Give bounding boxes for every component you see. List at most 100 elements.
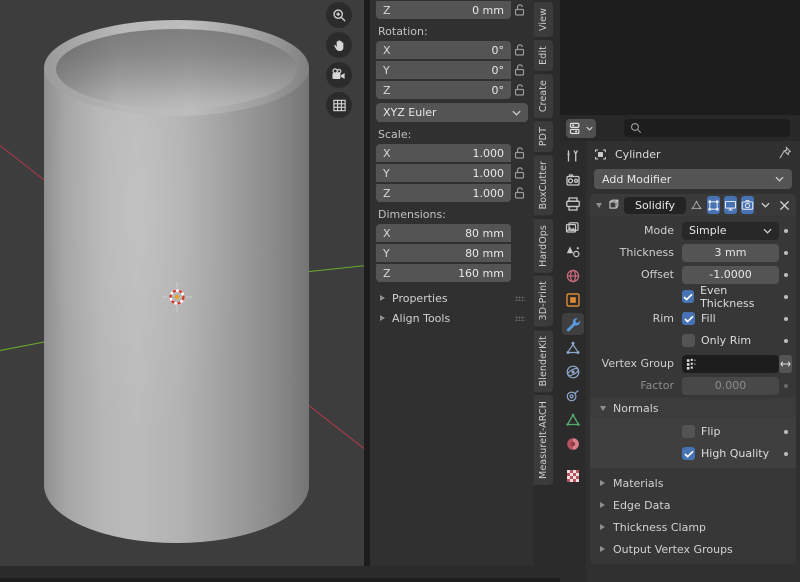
- modifier-name-field[interactable]: Solidify: [624, 197, 686, 214]
- section-thickness-clamp[interactable]: Thickness Clamp: [590, 516, 796, 538]
- pan-gizmo[interactable]: [326, 32, 352, 58]
- grid-gizmo[interactable]: [326, 92, 352, 118]
- rotation-z-row[interactable]: Z 0°: [376, 81, 528, 99]
- animate-decorator[interactable]: [779, 295, 792, 299]
- rotation-y-row[interactable]: Y 0°: [376, 61, 528, 79]
- sidebar-tab-view[interactable]: View: [534, 2, 553, 37]
- animate-decorator[interactable]: [779, 229, 792, 233]
- lock-location-z-icon[interactable]: [511, 4, 528, 16]
- npanel-panel-align-tools[interactable]: Align Tools: [376, 308, 528, 328]
- scale-z-row[interactable]: Z 1.000: [376, 184, 528, 202]
- modifier-field-thickness[interactable]: Thickness 3 mm: [590, 243, 796, 262]
- rotation-z-field[interactable]: Z 0°: [376, 81, 511, 99]
- flip-checkbox[interactable]: [682, 425, 695, 438]
- dimensions-x-row[interactable]: X 80 mm: [376, 224, 528, 242]
- sidebar-tab-pdt[interactable]: PDT: [534, 121, 553, 152]
- scale-x-row[interactable]: X 1.000: [376, 144, 528, 162]
- dimensions-x-field[interactable]: X 80 mm: [376, 224, 511, 242]
- lock-rotation-z-icon[interactable]: [511, 84, 528, 96]
- pin-icon[interactable]: [778, 146, 792, 163]
- editor-type-selector[interactable]: [566, 119, 596, 138]
- lock-rotation-y-icon[interactable]: [511, 64, 528, 76]
- properties-tab-tool[interactable]: [562, 145, 584, 167]
- properties-tab-modifiers[interactable]: [562, 313, 584, 335]
- sidebar-tab-hardops[interactable]: HardOps: [534, 219, 553, 273]
- properties-tab-world[interactable]: [562, 265, 584, 287]
- dimensions-z-field[interactable]: Z 160 mm: [376, 264, 511, 282]
- properties-tab-output[interactable]: [562, 193, 584, 215]
- modifier-header[interactable]: Solidify: [590, 194, 796, 216]
- animate-decorator[interactable]: [779, 317, 792, 321]
- properties-tab-view-layer[interactable]: [562, 217, 584, 239]
- properties-editor[interactable]: Cylinder Add Modifier: [560, 115, 800, 582]
- animate-decorator[interactable]: [779, 430, 792, 434]
- sidebar-tab-blenderkit[interactable]: BlenderKit: [534, 330, 553, 392]
- toggle-display-in-viewport[interactable]: [724, 196, 737, 214]
- modifier-field-mode[interactable]: Mode Simple: [590, 221, 796, 240]
- modifier-field-vertex-group[interactable]: Vertex Group: [590, 354, 796, 373]
- breadcrumb[interactable]: Cylinder: [586, 141, 800, 167]
- properties-tab-texture[interactable]: [562, 465, 584, 487]
- section-output-vertex-groups[interactable]: Output Vertex Groups: [590, 538, 796, 560]
- chevron-down-icon[interactable]: [596, 203, 602, 208]
- toggle-display-in-render[interactable]: [741, 196, 754, 214]
- thickness-value-field[interactable]: 3 mm: [682, 244, 779, 262]
- scale-y-row[interactable]: Y 1.000: [376, 164, 528, 182]
- location-z-row[interactable]: Z 0 mm: [376, 1, 528, 19]
- mode-dropdown[interactable]: Simple: [682, 222, 779, 240]
- modifier-field-rim-fill[interactable]: Rim Fill: [590, 309, 796, 328]
- properties-tab-object[interactable]: [562, 289, 584, 311]
- invert-vertex-group-button[interactable]: [779, 355, 792, 373]
- animate-decorator[interactable]: [779, 452, 792, 456]
- section-normals-header[interactable]: Normals: [590, 398, 796, 418]
- even-thickness-checkbox[interactable]: [682, 290, 694, 303]
- sidebar-tab-3d-print[interactable]: 3D-Print: [534, 275, 553, 326]
- rotation-y-field[interactable]: Y 0°: [376, 61, 511, 79]
- properties-tab-particles[interactable]: [562, 337, 584, 359]
- location-z-field[interactable]: Z 0 mm: [376, 1, 511, 19]
- toggle-show-on-cage[interactable]: [690, 196, 703, 214]
- section-materials[interactable]: Materials: [590, 472, 796, 494]
- sidebar-tab-edit[interactable]: Edit: [534, 40, 553, 71]
- add-modifier-button[interactable]: Add Modifier: [594, 169, 792, 189]
- properties-tab-scene[interactable]: [562, 241, 584, 263]
- high-quality-checkbox[interactable]: [682, 447, 695, 460]
- lock-scale-x-icon[interactable]: [511, 147, 528, 159]
- viewport-gizmo-bar[interactable]: [326, 2, 356, 122]
- normals-high-quality-row[interactable]: High Quality: [590, 444, 796, 463]
- properties-tab-constraints[interactable]: [562, 385, 584, 407]
- animate-decorator[interactable]: [779, 339, 792, 343]
- offset-value-field[interactable]: -1.0000: [682, 266, 779, 284]
- modifier-field-offset[interactable]: Offset -1.0000: [590, 265, 796, 284]
- lock-scale-z-icon[interactable]: [511, 187, 528, 199]
- normals-flip-row[interactable]: Flip: [590, 422, 796, 441]
- camera-view-gizmo[interactable]: [326, 62, 352, 88]
- section-edge-data[interactable]: Edge Data: [590, 494, 796, 516]
- npanel-panel-properties[interactable]: Properties: [376, 288, 528, 308]
- rotation-x-row[interactable]: X 0°: [376, 41, 528, 59]
- lock-rotation-x-icon[interactable]: [511, 44, 528, 56]
- dimensions-y-field[interactable]: Y 80 mm: [376, 244, 511, 262]
- dimensions-z-row[interactable]: Z 160 mm: [376, 264, 528, 282]
- animate-decorator[interactable]: [779, 273, 792, 277]
- properties-tab-physics[interactable]: [562, 361, 584, 383]
- properties-tab-strip[interactable]: [560, 141, 586, 582]
- close-icon[interactable]: [777, 200, 792, 211]
- modifier-field-only-rim[interactable]: Only Rim: [590, 331, 796, 350]
- toggle-display-in-edit-mode[interactable]: [707, 196, 720, 214]
- n-panel-item-tab[interactable]: Z 0 mm Rotation: X 0°: [370, 0, 534, 566]
- sidebar-tab-measureit-arch[interactable]: MeasureIt-ARCH: [534, 395, 553, 485]
- rotation-x-field[interactable]: X 0°: [376, 41, 511, 59]
- animate-decorator[interactable]: [779, 251, 792, 255]
- properties-tab-material[interactable]: [562, 433, 584, 455]
- n-panel-tab-strip[interactable]: View Edit Create PDT BoxCutter HardOps 3…: [534, 0, 554, 566]
- properties-search-input[interactable]: [624, 119, 790, 137]
- rotation-mode-dropdown[interactable]: XYZ Euler: [376, 103, 528, 122]
- zoom-gizmo[interactable]: [326, 2, 352, 28]
- rim-fill-checkbox[interactable]: [682, 312, 695, 325]
- properties-tab-render[interactable]: [562, 169, 584, 191]
- scale-x-field[interactable]: X 1.000: [376, 144, 511, 162]
- only-rim-checkbox[interactable]: [682, 334, 695, 347]
- modifier-field-even-thickness[interactable]: Even Thickness: [590, 287, 796, 306]
- scale-y-field[interactable]: Y 1.000: [376, 164, 511, 182]
